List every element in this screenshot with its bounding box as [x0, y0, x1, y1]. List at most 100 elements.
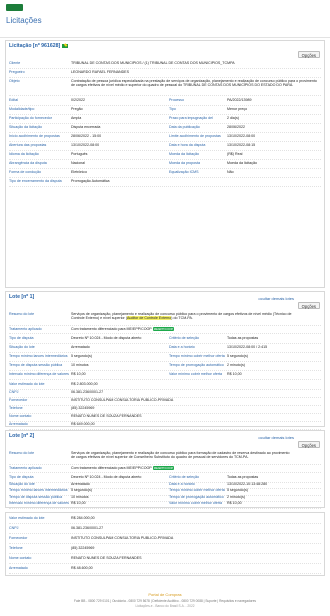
field-label: Participação do fornecedor	[9, 116, 52, 120]
field-value: Disputa encerrada	[71, 125, 101, 129]
tratamento-value: Com tratamento diferenciado para ME/EPP/…	[71, 327, 175, 332]
licitacao-title-text: Licitação [nº 961628]	[9, 43, 61, 49]
field-value: 13/10/2022-10:13:48:280	[227, 481, 268, 486]
field-value: Todas as propostas	[227, 475, 259, 479]
field-label: Situação da licitação	[9, 125, 42, 129]
field-label: Objeto	[9, 79, 20, 83]
info-label: Nome contato	[9, 414, 32, 418]
field-value: PA/2022/13989	[227, 98, 252, 102]
info-value: R$ 2.803.000,00	[71, 382, 98, 386]
field-value: Menor preço	[227, 107, 248, 111]
field-label: Tipo de encerramento da disputa	[9, 179, 62, 183]
lote-2-options-button[interactable]: Opções	[297, 441, 320, 448]
lote-2-info-section: Valor estimado do lote R$ 284.000,00 CNPJ 0…	[5, 512, 325, 576]
field-label: Edital	[9, 98, 18, 102]
lote-2-hide-link[interactable]: ocultar demais lotes	[258, 435, 294, 440]
info-value: RENATO NUNES DE SOUZA FERNANDES	[71, 556, 142, 560]
field-value: (R$) Real	[227, 152, 243, 156]
field-value: 5 segundo(s)	[71, 354, 92, 358]
field-value: R$ 10,00	[227, 501, 242, 505]
field-value: Pregão	[71, 107, 83, 111]
field-value: 0/2/2022	[71, 98, 85, 102]
field-value: Não	[227, 170, 234, 174]
field-label: Limite acolhimento de propostas	[169, 134, 221, 138]
info-value: (85) 32245969	[71, 546, 95, 550]
info-value: INSTITUTO CONSULPAM CONSULTORIA PUBLICO-…	[71, 398, 174, 402]
info-label: CNPJ	[9, 390, 19, 394]
field-value: Moeda da licitação	[227, 161, 257, 165]
field-label: Situação do lote	[9, 481, 35, 486]
field-label: Intervalo mínimo diferença de valores	[9, 501, 69, 505]
resumo-text: Serviços de organização, planejamento e …	[71, 451, 290, 460]
field-label: Data da publicação	[169, 125, 200, 129]
page-title: Licitações	[6, 16, 42, 25]
field-label: Tipo de disputa	[9, 475, 34, 479]
field-label: Critério de seleção	[169, 336, 199, 340]
info-value: R$ 649.000,00	[71, 422, 95, 426]
field-value: 28/06/2022	[227, 125, 245, 129]
info-label: Valor estimado do lote	[9, 516, 45, 520]
field-value: R$ 10,00	[227, 372, 242, 376]
resumo-label: Resumo do lote	[9, 312, 35, 316]
field-label: Tempo mínimo cobrir melhor oferta	[169, 488, 225, 492]
licitacao-options-button[interactable]: Opções	[297, 51, 320, 58]
field-value: 2 minuto(s)	[227, 363, 245, 367]
info-label: Arrematado	[9, 422, 28, 426]
info-value: R$ 284.000,00	[71, 516, 95, 520]
field-value: Arrematado	[71, 481, 90, 486]
field-value: 13/10/2022-08:00	[227, 134, 256, 138]
field-value: Contratação de pessoa jurídica especiali…	[71, 79, 317, 88]
lote-1-hide-link[interactable]: ocultar demais lotes	[258, 296, 294, 301]
footer-links[interactable]: Fale BB - 0800 729 0101 | Ouvidoria - 08…	[0, 599, 330, 603]
info-value: 06.381.236/0001-27	[71, 390, 104, 394]
licitacao-title: Licitação [nº 961628]	[9, 43, 69, 49]
info-value: (85) 32245969	[71, 406, 95, 410]
field-value: 13/10/2022-08:00 / 2:415	[227, 345, 268, 349]
info-value: 06.381.236/0001-27	[71, 526, 104, 530]
field-label: Tempo de disputa sessão pública	[9, 494, 63, 499]
info-value: RENATO NUNES DE SOUZA FERNANDES	[71, 414, 142, 418]
field-label: Abertura das propostas	[9, 143, 47, 147]
field-value: Nacional	[71, 161, 85, 165]
field-label: Data e a horário	[169, 481, 195, 486]
field-value: Eletrônico	[71, 170, 87, 174]
field-label: Início acolhimento de propostas	[9, 134, 60, 138]
field-value: Arrematado	[71, 345, 90, 349]
field-value: 5 segundo(s)	[227, 488, 248, 492]
bb-logo	[6, 4, 23, 11]
field-label: Prazo para impugnação del	[169, 116, 213, 120]
lote-1-title: Lote [nº 1]	[9, 294, 35, 300]
field-label: Abrangência da disputa	[9, 161, 47, 165]
field-label: Valor mínimo cobrir melhor oferta	[169, 501, 223, 505]
tratamento-label: Tratamento aplicado	[9, 466, 42, 470]
field-value: 10 minutos	[71, 363, 89, 367]
tratamento-label: Tratamento aplicado	[9, 327, 42, 331]
info-value: R$ 48.600,00	[71, 566, 93, 570]
field-value: Decreto Nº 10.024 - Modo de disputa aber…	[71, 475, 142, 479]
field-label: Tempo de disputa sessão pública	[9, 363, 63, 367]
resumo-label: Resumo do lote	[9, 451, 35, 455]
field-label: Data e hora da disputa	[169, 143, 206, 147]
page-header: Licitações	[0, 0, 330, 38]
page-footer: Portal de Compras Fale BB - 0800 729 010…	[0, 592, 330, 616]
field-label: Intervalo mínimo diferença de valores	[9, 372, 69, 376]
field-value: R$ 10,00	[71, 372, 86, 376]
field-value: TRIBUNAL DE CONTAS DOS MUNICIPIOS / (1) …	[71, 61, 235, 65]
lote-2-section: Lote [nº 2] ocultar demais lotes Opções …	[5, 430, 325, 509]
tratamento-value: Com tratamento diferenciado para ME/EPP/…	[71, 466, 175, 471]
field-value: 2 dia(s)	[227, 116, 239, 120]
info-label: Nome contato	[9, 556, 32, 560]
info-label: Fornecedor	[9, 536, 28, 540]
info-label: Arrematado	[9, 566, 28, 570]
lote-1-options-button[interactable]: Opções	[297, 302, 320, 309]
field-label: Idioma da licitação	[9, 152, 39, 156]
footer-copyright: Licitações-e - Banco do Brasil S.A. - 20…	[135, 604, 195, 608]
lote-1-section: Lote [nº 1] ocultar demais lotes Opções …	[5, 291, 325, 430]
field-label: Critério de seleção	[169, 475, 199, 479]
info-label: Fornecedor	[9, 398, 28, 402]
field-label: Tempo de prorrogação automático	[169, 494, 224, 499]
field-value: R$ 10,00	[71, 501, 86, 505]
licitacao-section: Licitação [nº 961628] Opções Cliente TRI…	[5, 40, 325, 288]
field-label: Tempo mínimo lances intermediários	[9, 354, 68, 358]
field-value: Decreto Nº 10.024 - Modo de disputa aber…	[71, 336, 142, 340]
